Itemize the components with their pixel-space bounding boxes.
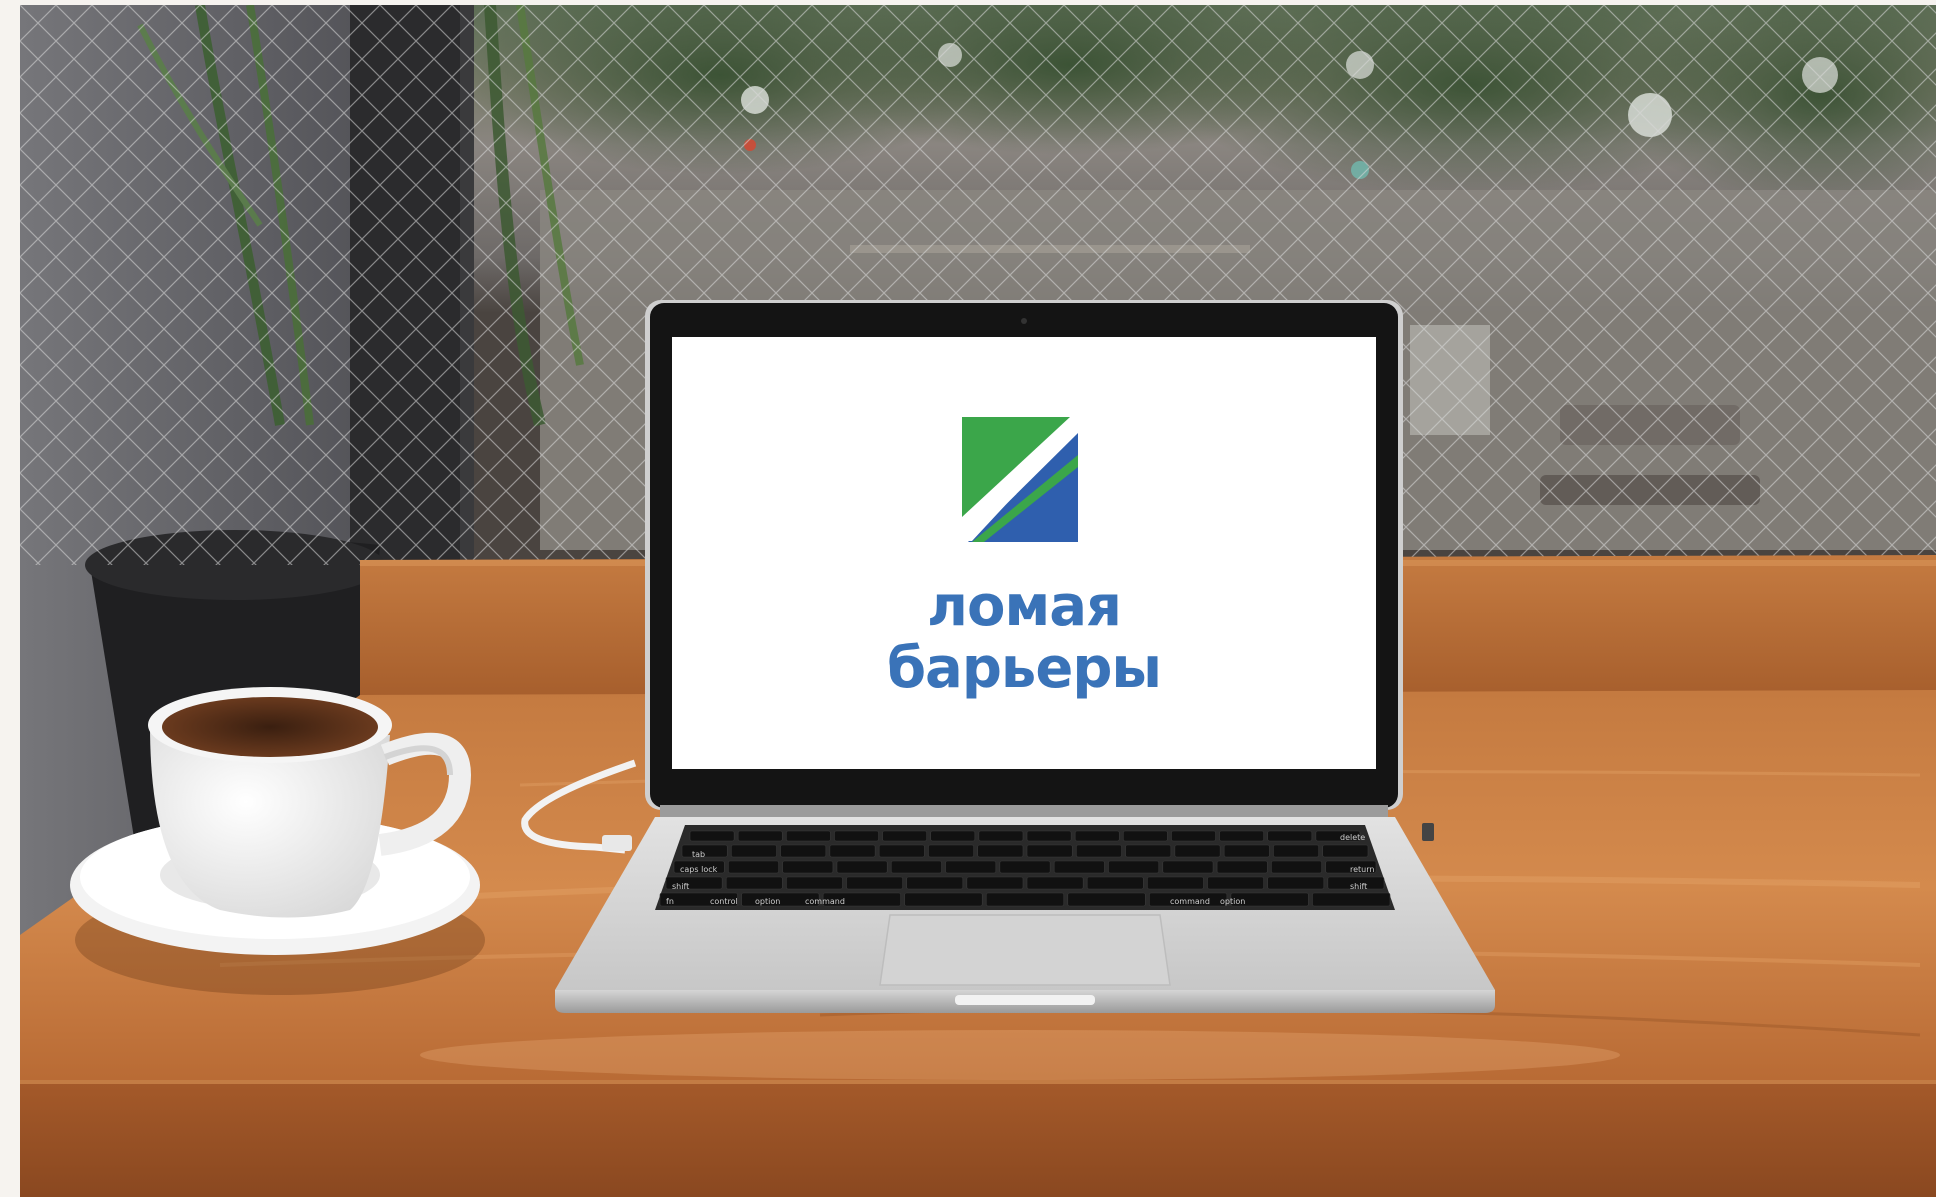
key-label: caps lock	[680, 865, 718, 874]
key	[1271, 860, 1322, 874]
key	[730, 844, 777, 858]
key	[836, 860, 888, 874]
photo-scene: ломая барьеры tab caps lock shift fn control…	[20, 5, 1936, 1197]
key	[1312, 892, 1391, 907]
key	[1162, 860, 1214, 874]
key	[999, 860, 1051, 874]
key-label: fn	[666, 897, 674, 906]
key	[1067, 892, 1146, 907]
key	[728, 860, 779, 874]
key	[1219, 830, 1265, 842]
key	[906, 876, 964, 890]
key	[1074, 830, 1120, 842]
key	[737, 830, 783, 842]
key	[985, 892, 1065, 907]
key-label: tab	[692, 850, 705, 859]
key	[689, 830, 735, 842]
key	[1026, 830, 1072, 842]
trackpad	[879, 914, 1171, 986]
key-label: command	[1170, 897, 1210, 906]
key	[1174, 844, 1221, 858]
laptop: ломая барьеры tab caps lock shift fn control…	[555, 300, 1495, 1013]
key	[930, 830, 976, 842]
key	[834, 830, 879, 842]
logo-mark	[962, 417, 1078, 545]
key-label: command	[805, 897, 845, 906]
key	[977, 844, 1024, 858]
key	[786, 876, 843, 890]
key-label: delete	[1340, 833, 1365, 842]
key	[1171, 830, 1216, 842]
key	[1122, 830, 1168, 842]
key	[1147, 876, 1204, 890]
key	[1322, 844, 1369, 858]
key	[1267, 876, 1325, 890]
key	[1108, 860, 1160, 874]
key	[882, 830, 928, 842]
key	[1026, 844, 1073, 858]
key	[846, 876, 903, 890]
key	[904, 892, 983, 907]
laptop-screen	[672, 337, 1376, 769]
logo-text-line2: барьеры	[887, 636, 1161, 701]
key	[945, 860, 997, 874]
key-label: control	[710, 897, 738, 906]
key	[1026, 876, 1084, 890]
key	[966, 876, 1024, 890]
key	[1053, 860, 1105, 874]
key	[1125, 844, 1172, 858]
key	[890, 860, 942, 874]
key-label: option	[755, 897, 780, 906]
key	[1075, 844, 1122, 858]
key	[928, 844, 975, 858]
key	[829, 844, 876, 858]
key	[978, 830, 1024, 842]
key	[725, 876, 783, 890]
key	[1086, 876, 1144, 890]
key-label: option	[1220, 897, 1245, 906]
key-label: return	[1350, 865, 1374, 874]
key	[785, 830, 831, 842]
table-front-edge	[20, 1080, 1936, 1197]
key	[780, 844, 827, 858]
key	[878, 844, 925, 858]
key-label: shift	[1350, 882, 1367, 891]
key-label: shift	[672, 882, 689, 891]
key	[1223, 844, 1270, 858]
key	[1267, 830, 1313, 842]
key	[1216, 860, 1268, 874]
key	[1273, 844, 1320, 858]
key	[782, 860, 834, 874]
key	[1207, 876, 1264, 890]
logo-text-line1: ломая	[927, 574, 1121, 639]
